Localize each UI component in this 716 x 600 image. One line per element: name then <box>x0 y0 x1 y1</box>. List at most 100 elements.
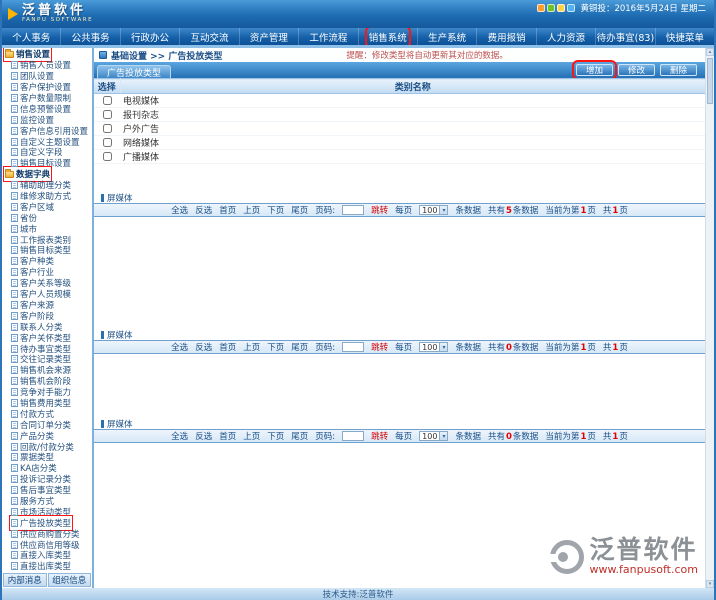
nav-item[interactable]: 资产管理 <box>240 28 299 45</box>
tab-ad-placement-type[interactable]: 广告投放类型 <box>97 65 171 78</box>
sidebar-item[interactable]: 信息预警设置 <box>2 103 92 114</box>
sidebar-item[interactable]: 销售人员设置 <box>2 60 92 71</box>
sidebar-item[interactable]: 数据字典 <box>2 169 92 180</box>
sidebar-item[interactable]: 城市 <box>2 223 92 234</box>
tab-org-info[interactable]: 组织信息 <box>48 573 92 587</box>
nav-item[interactable]: 互动交流 <box>180 28 239 45</box>
select-all-link[interactable]: 全选 <box>171 341 188 353</box>
nav-item[interactable]: 费用报销 <box>477 28 536 45</box>
sidebar-item[interactable]: 竞争对手能力 <box>2 387 92 398</box>
sidebar-item[interactable]: 客户区域 <box>2 201 92 212</box>
sidebar-item[interactable]: 服务方式 <box>2 496 92 507</box>
sidebar-item[interactable]: 销售机会来源 <box>2 365 92 376</box>
jump-button[interactable]: 跳转 <box>371 430 388 442</box>
per-page-select[interactable]: 100 ▾ <box>419 205 448 215</box>
nav-item[interactable]: 待办事宜(83) <box>596 28 655 45</box>
sidebar-item[interactable]: 供应商信用等级 <box>2 539 92 550</box>
last-page-link[interactable]: 尾页 <box>291 430 308 442</box>
sidebar-item[interactable]: 客户数量限制 <box>2 93 92 104</box>
nav-item[interactable]: 人力资源 <box>537 28 596 45</box>
prev-page-link[interactable]: 上页 <box>243 341 260 353</box>
sidebar-item[interactable]: KA店分类 <box>2 463 92 474</box>
scroll-down-arrow[interactable]: ▾ <box>706 580 714 588</box>
row-checkbox[interactable] <box>103 96 112 105</box>
sidebar-item[interactable]: 省份 <box>2 212 92 223</box>
sidebar-item[interactable]: 直接出库类型 <box>2 561 92 572</box>
sidebar-item[interactable]: 客户保护设置 <box>2 82 92 93</box>
page-number-input[interactable] <box>342 431 364 441</box>
sidebar-item[interactable]: 市场活动类型 <box>2 506 92 517</box>
next-page-link[interactable]: 下页 <box>267 341 284 353</box>
sidebar-item[interactable]: 客户种类 <box>2 256 92 267</box>
next-page-link[interactable]: 下页 <box>267 204 284 216</box>
sidebar-item[interactable]: 监控设置 <box>2 114 92 125</box>
prev-page-link[interactable]: 上页 <box>243 430 260 442</box>
toolbar-button[interactable]: 修改 <box>618 64 655 76</box>
invert-select-link[interactable]: 反选 <box>195 204 212 216</box>
per-page-select[interactable]: 100 ▾ <box>419 431 448 441</box>
sidebar-item[interactable]: 直接入库类型 <box>2 550 92 561</box>
last-page-link[interactable]: 尾页 <box>291 341 308 353</box>
row-checkbox[interactable] <box>103 152 112 161</box>
sidebar-item[interactable]: 客户关系等级 <box>2 278 92 289</box>
sidebar-item[interactable]: 销售设置 <box>2 49 92 60</box>
next-page-link[interactable]: 下页 <box>267 430 284 442</box>
nav-item[interactable]: 销售系统 <box>359 28 418 45</box>
first-page-link[interactable]: 首页 <box>219 341 236 353</box>
sidebar-item[interactable]: 客户信息引用设置 <box>2 125 92 136</box>
sidebar-item[interactable]: 销售目标设置 <box>2 158 92 169</box>
sidebar-item[interactable]: 广告投放类型 <box>2 517 92 528</box>
last-page-link[interactable]: 尾页 <box>291 204 308 216</box>
nav-item[interactable]: 工作流程 <box>299 28 358 45</box>
jump-button[interactable]: 跳转 <box>371 341 388 353</box>
sidebar-item[interactable]: 联系人分类 <box>2 321 92 332</box>
sidebar-item[interactable]: 自定义主题设置 <box>2 136 92 147</box>
first-page-link[interactable]: 首页 <box>219 430 236 442</box>
sidebar-item[interactable]: 维修求助方式 <box>2 191 92 202</box>
sidebar-item[interactable]: 回款/付款分类 <box>2 441 92 452</box>
select-all-link[interactable]: 全选 <box>171 430 188 442</box>
sidebar-item[interactable]: 待办事宜类型 <box>2 343 92 354</box>
sidebar-item[interactable]: 工作报表类别 <box>2 234 92 245</box>
tab-internal-messages[interactable]: 内部消息 <box>3 573 47 587</box>
sidebar-item[interactable]: 客户来源 <box>2 299 92 310</box>
sidebar-item[interactable]: 售后事宜类型 <box>2 485 92 496</box>
vertical-scrollbar[interactable]: ▴ ▾ <box>705 48 714 588</box>
sidebar-item[interactable]: 销售目标类型 <box>2 245 92 256</box>
row-checkbox[interactable] <box>103 138 112 147</box>
sidebar-item[interactable]: 合同订单分类 <box>2 419 92 430</box>
row-checkbox[interactable] <box>103 110 112 119</box>
sidebar-item[interactable]: 客户人员规模 <box>2 289 92 300</box>
sidebar-item[interactable]: 付款方式 <box>2 408 92 419</box>
scroll-up-arrow[interactable]: ▴ <box>706 48 714 56</box>
header-status-icon[interactable] <box>557 4 565 12</box>
row-checkbox[interactable] <box>103 124 112 133</box>
sidebar-item[interactable]: 产品分类 <box>2 430 92 441</box>
sidebar-item[interactable]: 票据类型 <box>2 452 92 463</box>
nav-item[interactable]: 个人事务 <box>2 28 61 45</box>
select-all-link[interactable]: 全选 <box>171 204 188 216</box>
sidebar-item[interactable]: 交往记录类型 <box>2 354 92 365</box>
sidebar-item[interactable]: 辅助助理分类 <box>2 180 92 191</box>
page-number-input[interactable] <box>342 205 364 215</box>
header-status-icon[interactable] <box>567 4 575 12</box>
invert-select-link[interactable]: 反选 <box>195 430 212 442</box>
sidebar-item[interactable]: 销售费用类型 <box>2 398 92 409</box>
toolbar-button[interactable]: 删除 <box>660 64 697 76</box>
prev-page-link[interactable]: 上页 <box>243 204 260 216</box>
sidebar-item[interactable]: 客户行业 <box>2 267 92 278</box>
nav-item[interactable]: 生产系统 <box>418 28 477 45</box>
sidebar-item[interactable]: 供应商购置分类 <box>2 528 92 539</box>
scrollbar-thumb[interactable] <box>707 58 713 104</box>
nav-item[interactable]: 快捷菜单 <box>656 28 714 45</box>
sidebar-item[interactable]: 团队设置 <box>2 71 92 82</box>
first-page-link[interactable]: 首页 <box>219 204 236 216</box>
sidebar-item[interactable]: 自定义字段 <box>2 147 92 158</box>
page-number-input[interactable] <box>342 342 364 352</box>
per-page-select[interactable]: 100 ▾ <box>419 342 448 352</box>
sidebar-item[interactable]: 销售机会阶段 <box>2 376 92 387</box>
toolbar-button[interactable]: 增加 <box>576 64 613 76</box>
nav-item[interactable]: 行政办公 <box>121 28 180 45</box>
header-status-icon[interactable] <box>537 4 545 12</box>
header-status-icon[interactable] <box>547 4 555 12</box>
